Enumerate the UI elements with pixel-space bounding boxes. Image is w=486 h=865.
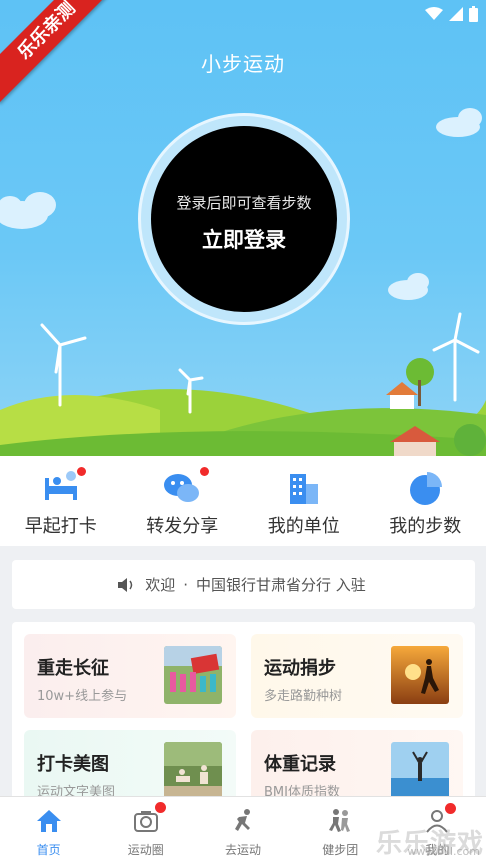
home-icon [35,807,63,835]
tab-label: 去运动 [194,841,291,858]
watermark-url: www.6lll.com [407,845,480,858]
tab-label: 运动圈 [97,841,194,858]
login-action-label: 立即登录 [151,224,337,254]
quick-item-badge-dot [77,467,86,476]
wifi-icon [425,7,443,21]
quick-actions: 早起打卡 转发分享 我的单位 我的步数 [0,456,486,546]
runner-icon [229,807,257,835]
app-title: 小步运动 [0,48,486,77]
tab-label: 首页 [0,841,97,858]
tab-walking-group[interactable]: 健步团 [292,797,389,865]
quick-item-label: 我的单位 [243,512,365,538]
quick-item-share[interactable]: 转发分享 [122,456,244,546]
login-circle-button[interactable]: 登录后即可查看步数 立即登录 [151,126,337,312]
hero-banner: 小步运动 登录后即可查看步数 立即登录 [0,0,486,456]
card-subtitle: 10w+线上参与 [37,685,127,704]
notice-bar[interactable]: 欢迎 · 中国银行甘肃省分行 入驻 [12,560,475,609]
quick-item-badge-dot [200,467,209,476]
quick-item-morning-checkin[interactable]: 早起打卡 [0,456,122,546]
card-title: 运动捐步 [264,654,336,680]
pie-chart-icon [405,468,445,508]
wechat-icon [162,468,202,508]
bed-checkin-icon [41,468,81,508]
notice-prefix: 欢迎 [145,574,175,595]
quick-item-my-steps[interactable]: 我的步数 [365,456,486,546]
feature-panel: 重走长征 10w+线上参与 运动捐步 多走路勤种树 打卡美图 运动文字美图 体重… [12,622,475,802]
card-long-march[interactable]: 重走长征 10w+线上参与 [24,634,236,718]
quick-item-label: 早起打卡 [0,512,122,538]
tab-badge-dot [155,802,166,813]
beach-photo [391,742,449,800]
battery-icon [469,6,478,22]
signal-icon [449,7,463,21]
card-donate-steps[interactable]: 运动捐步 多走路勤种树 [251,634,463,718]
tab-home[interactable]: 首页 [0,797,97,865]
notice-separator: · [183,576,188,594]
tab-badge-dot [445,803,456,814]
card-subtitle: 多走路勤种树 [264,685,342,704]
tab-go-exercise[interactable]: 去运动 [194,797,291,865]
sunset-runner-photo [391,646,449,704]
notice-text: 中国银行甘肃省分行 入驻 [196,574,366,595]
building-icon [284,468,324,508]
card-title: 体重记录 [264,750,336,776]
speaker-icon [117,577,135,593]
group-walk-icon [326,807,354,835]
tab-label: 健步团 [292,841,389,858]
card-title: 打卡美图 [37,750,109,776]
long-march-photo [164,646,222,704]
yoga-photo [164,742,222,800]
quick-item-label: 转发分享 [122,512,244,538]
quick-item-label: 我的步数 [365,512,486,538]
quick-item-my-unit[interactable]: 我的单位 [243,456,365,546]
login-hint: 登录后即可查看步数 [151,192,337,213]
card-title: 重走长征 [37,654,109,680]
tab-sports-circle[interactable]: 运动圈 [97,797,194,865]
